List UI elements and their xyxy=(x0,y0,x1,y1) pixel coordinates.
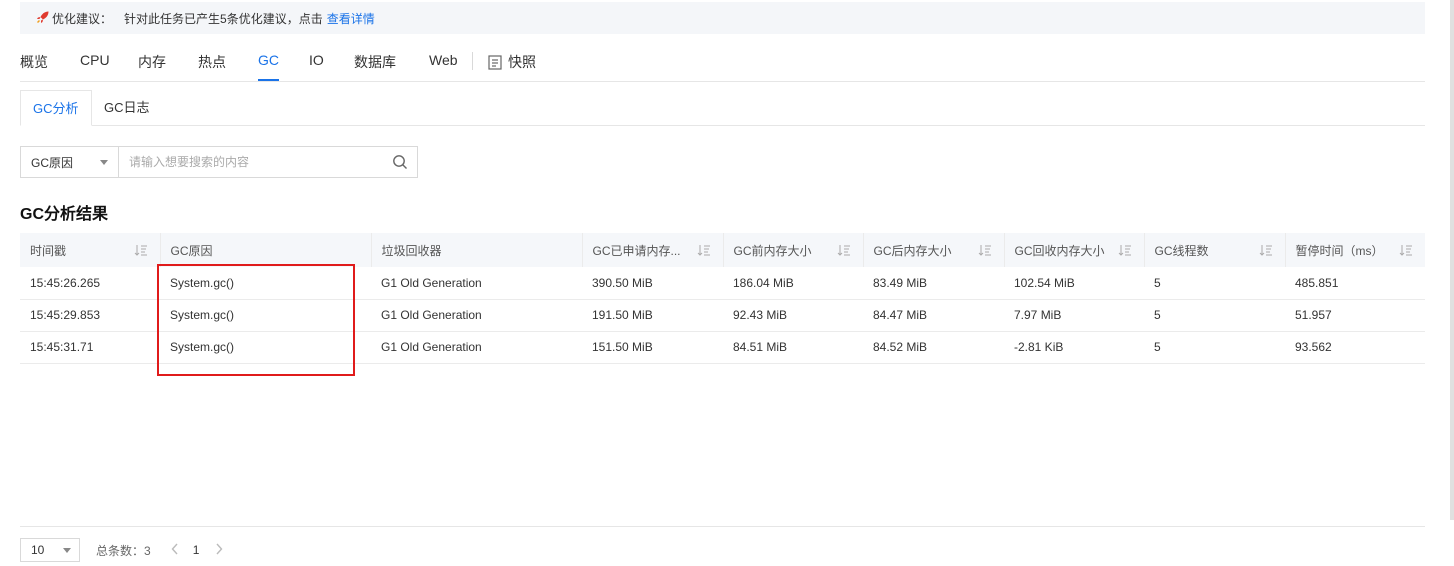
cell-pause-time: 485.851 xyxy=(1285,267,1425,300)
prev-page-button[interactable] xyxy=(171,542,179,558)
sort-icon[interactable] xyxy=(837,243,851,257)
tab-memory[interactable]: 内存 xyxy=(138,52,166,72)
cell-gc-threads: 5 xyxy=(1144,331,1285,364)
cell-gc-cause: System.gc() xyxy=(160,331,371,364)
tab-overview[interactable]: 概览 xyxy=(20,52,48,72)
cell-memory-reclaimed: 102.54 MiB xyxy=(1004,267,1144,300)
table-header-row: 时间戳 GC原因 垃圾回收器 GC已申请内存... GC前内存大小 GC后内存大… xyxy=(20,233,1425,267)
cell-gc-cause: System.gc() xyxy=(160,267,371,300)
cell-memory-before: 186.04 MiB xyxy=(723,267,863,300)
header-collector: 垃圾回收器 xyxy=(371,233,583,267)
page-number[interactable]: 1 xyxy=(193,543,200,557)
cell-gc-cause: System.gc() xyxy=(160,299,371,332)
tab-gc[interactable]: GC xyxy=(258,52,279,81)
total-value: 3 xyxy=(144,543,151,558)
cell-gc-threads: 5 xyxy=(1144,299,1285,332)
rocket-icon xyxy=(36,10,50,27)
tab-snapshot[interactable]: 快照 xyxy=(488,52,536,72)
cell-timestamp: 15:45:29.853 xyxy=(20,299,160,332)
chevron-left-icon xyxy=(171,543,178,555)
header-gc-cause: GC原因 xyxy=(160,233,372,267)
table-row: 15:45:29.853 System.gc() G1 Old Generati… xyxy=(20,299,1425,332)
cell-memory-before: 84.51 MiB xyxy=(723,331,863,364)
view-details-link[interactable]: 查看详情 xyxy=(327,10,375,27)
cell-requested-memory: 390.50 MiB xyxy=(582,267,723,300)
cell-collector: G1 Old Generation xyxy=(371,299,582,332)
cell-memory-after: 83.49 MiB xyxy=(863,267,1004,300)
pagination: 10 总条数：3 1 xyxy=(20,538,223,562)
cell-memory-reclaimed: 7.97 MiB xyxy=(1004,299,1144,332)
header-requested-memory[interactable]: GC已申请内存... xyxy=(582,233,724,267)
search-icon[interactable] xyxy=(383,147,417,177)
chevron-right-icon xyxy=(216,543,223,555)
tab-database[interactable]: 数据库 xyxy=(354,52,396,72)
header-memory-before[interactable]: GC前内存大小 xyxy=(723,233,864,267)
chevron-down-icon xyxy=(63,548,71,553)
tab-divider xyxy=(472,52,473,70)
header-memory-after[interactable]: GC后内存大小 xyxy=(863,233,1005,267)
cell-gc-threads: 5 xyxy=(1144,267,1285,300)
cell-memory-before: 92.43 MiB xyxy=(723,299,863,332)
page-size-value: 10 xyxy=(31,543,45,557)
header-timestamp[interactable]: 时间戳 xyxy=(20,233,161,267)
cell-pause-time: 51.957 xyxy=(1285,299,1425,332)
total-label: 总条数： xyxy=(96,543,145,558)
next-page-button[interactable] xyxy=(215,542,223,558)
tab-cpu[interactable]: CPU xyxy=(80,52,110,68)
footer-divider xyxy=(20,526,1425,527)
tab-io[interactable]: IO xyxy=(309,52,324,68)
scrollbar[interactable] xyxy=(1450,0,1454,520)
section-title: GC分析结果 xyxy=(20,206,109,223)
tab-web[interactable]: Web xyxy=(429,52,458,68)
sub-tabs: GC分析 GC日志 xyxy=(20,90,1425,126)
search-bar: GC原因 xyxy=(20,146,418,178)
subtab-gc-analysis[interactable]: GC分析 xyxy=(20,90,92,126)
cell-timestamp: 15:45:26.265 xyxy=(20,267,160,300)
cell-collector: G1 Old Generation xyxy=(371,267,582,300)
table-row: 15:45:31.71 System.gc() G1 Old Generatio… xyxy=(20,331,1425,364)
sort-icon[interactable] xyxy=(134,243,148,257)
optimization-notice: 优化建议： 针对此任务已产生5条优化建议，点击 查看详情 xyxy=(20,2,1425,34)
chevron-down-icon xyxy=(100,160,108,165)
cell-collector: G1 Old Generation xyxy=(371,331,582,364)
subtab-gc-log[interactable]: GC日志 xyxy=(92,90,162,126)
sort-icon[interactable] xyxy=(1399,243,1413,257)
sort-icon[interactable] xyxy=(1259,243,1273,257)
cell-memory-after: 84.47 MiB xyxy=(863,299,1004,332)
cell-memory-after: 84.52 MiB xyxy=(863,331,1004,364)
page-size-select[interactable]: 10 xyxy=(20,538,80,562)
header-gc-threads[interactable]: GC线程数 xyxy=(1144,233,1286,267)
search-field-value: GC原因 xyxy=(31,155,74,170)
tab-hotspot[interactable]: 热点 xyxy=(198,52,226,72)
cell-timestamp: 15:45:31.71 xyxy=(20,331,160,364)
sort-icon[interactable] xyxy=(1118,243,1132,257)
cell-requested-memory: 191.50 MiB xyxy=(582,299,723,332)
cell-pause-time: 93.562 xyxy=(1285,331,1425,364)
header-memory-reclaimed[interactable]: GC回收内存大小 xyxy=(1004,233,1145,267)
cell-memory-reclaimed: -2.81 KiB xyxy=(1004,331,1144,364)
notice-text: 针对此任务已产生5条优化建议，点击 xyxy=(124,11,323,26)
total-count: 总条数：3 xyxy=(96,542,151,559)
snapshot-icon xyxy=(488,55,502,70)
main-tabs: 概览 CPU 内存 热点 GC IO 数据库 Web 快照 xyxy=(20,40,1425,82)
notice-label: 优化建议： xyxy=(52,11,113,26)
gc-analysis-table: 时间戳 GC原因 垃圾回收器 GC已申请内存... GC前内存大小 GC后内存大… xyxy=(20,233,1425,364)
sort-icon[interactable] xyxy=(978,243,992,257)
search-field-select[interactable]: GC原因 xyxy=(21,147,119,177)
table-row: 15:45:26.265 System.gc() G1 Old Generati… xyxy=(20,267,1425,300)
search-input[interactable] xyxy=(119,147,383,177)
snapshot-label: 快照 xyxy=(508,54,536,70)
sort-icon[interactable] xyxy=(697,243,711,257)
cell-requested-memory: 151.50 MiB xyxy=(582,331,723,364)
header-pause-time[interactable]: 暂停时间（ms） xyxy=(1285,233,1425,267)
